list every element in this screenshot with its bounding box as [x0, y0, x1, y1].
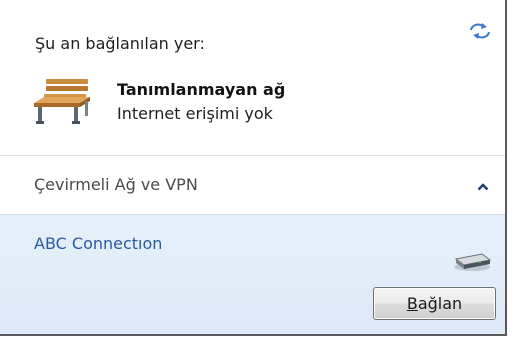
refresh-icon[interactable] [468, 22, 492, 40]
modem-icon [454, 253, 492, 271]
connection-name: ABC Connectıon [34, 234, 163, 253]
connected-to-label: Şu an bağlanılan yer: [35, 34, 205, 53]
network-name: Tanımlanmayan ağ [117, 80, 286, 99]
connect-button-label: ağlan [417, 294, 463, 313]
connect-button[interactable]: Bağlan [373, 287, 496, 320]
network-status: Internet erişimi yok [117, 104, 273, 123]
bench-icon [34, 79, 90, 124]
connection-item-abc[interactable]: ABC Connectıon Bağlan [0, 215, 505, 334]
chevron-up-icon[interactable] [477, 183, 489, 191]
dialup-vpn-section-header[interactable]: Çevirmeli Ağ ve VPN [0, 156, 505, 214]
connect-button-mnemonic: B [406, 294, 418, 313]
network-flyout: Şu an bağlanılan yer: Tanımlanmayan ağ I… [0, 0, 507, 336]
current-connection-panel: Şu an bağlanılan yer: Tanımlanmayan ağ I… [0, 0, 505, 155]
dialup-vpn-label: Çevirmeli Ağ ve VPN [34, 175, 198, 194]
